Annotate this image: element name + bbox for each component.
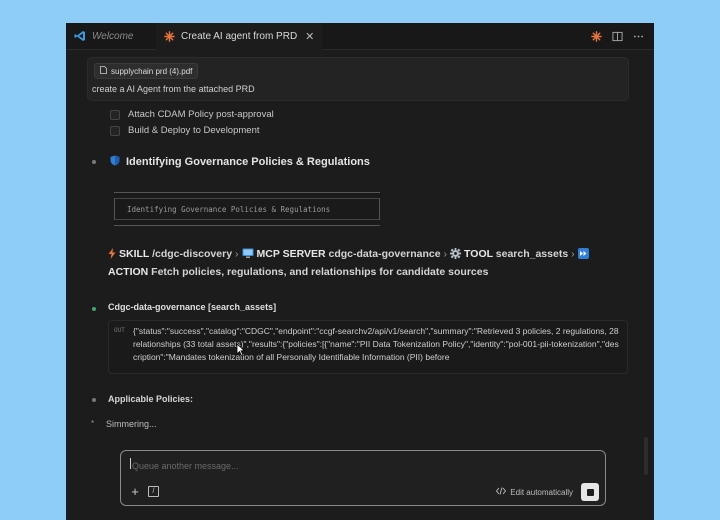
skill-keyword: SKILL — [119, 248, 150, 260]
message-input[interactable] — [132, 459, 552, 473]
checklist-label: Build & Deploy to Development — [128, 125, 260, 136]
stop-icon — [586, 488, 594, 496]
slash-command-button[interactable]: / — [148, 486, 159, 497]
tool-trace: SKILL /cdgc-discovery › MCP SERVER cdgc-d… — [108, 246, 608, 280]
edit-mode-label: Edit automatically — [510, 487, 573, 497]
trace-separator: › — [571, 248, 575, 260]
tab-bar: Welcome Create AI agent from PRD ✕ — [66, 23, 654, 50]
text-caret — [130, 458, 131, 469]
governance-title-text: Identifying Governance Policies & Regula… — [126, 156, 370, 168]
gear-icon — [450, 248, 462, 264]
mcp-keyword: MCP SERVER — [256, 248, 326, 260]
progress-asterisk-icon: * — [91, 419, 95, 428]
out-label: OUT — [114, 327, 125, 334]
lightning-icon — [108, 248, 116, 264]
action-keyword: ACTION — [108, 266, 149, 278]
mcp-value: cdgc-data-governance — [328, 248, 441, 260]
tab-create-agent-label: Create AI agent from PRD — [181, 31, 298, 42]
step-bullet — [92, 398, 96, 402]
code-icon — [496, 487, 507, 497]
attachment-name: supplychain prd (4).pdf — [111, 66, 193, 76]
stop-button[interactable] — [581, 483, 599, 501]
user-prompt-text: create a AI Agent from the attached PRD — [92, 84, 255, 94]
checklist-item[interactable]: Build & Deploy to Development — [110, 125, 260, 136]
code-block: Identifying Governance Policies & Regula… — [114, 192, 380, 226]
step-bullet — [92, 160, 96, 164]
tab-create-agent[interactable]: Create AI agent from PRD ✕ — [156, 23, 323, 50]
split-editor-icon[interactable] — [612, 31, 623, 42]
edit-mode-toggle[interactable]: Edit automatically — [496, 487, 573, 497]
attachment-chip[interactable]: supplychain prd (4).pdf — [94, 63, 199, 79]
close-tab-icon[interactable]: ✕ — [305, 30, 314, 43]
mouse-cursor-icon — [236, 343, 246, 361]
step-bullet-success — [92, 307, 96, 311]
tool-keyword: TOOL — [464, 248, 493, 260]
applicable-policies-heading: Applicable Policies: — [108, 394, 194, 404]
checkbox[interactable] — [110, 109, 120, 120]
code-text: Identifying Governance Policies & Regula… — [114, 198, 380, 220]
skill-value: /cdgc-discovery — [152, 248, 233, 260]
file-icon — [100, 66, 107, 76]
trace-separator: › — [443, 248, 448, 260]
shield-icon — [110, 155, 120, 169]
scrollbar-thumb[interactable] — [644, 437, 648, 475]
checkbox[interactable] — [110, 125, 120, 136]
status-text: Simmering... — [106, 419, 157, 429]
claude-spark-icon — [164, 31, 175, 42]
checklist-label: Attach CDAM Policy post-approval — [128, 109, 274, 120]
tool-value: search_assets — [495, 248, 569, 260]
fast-forward-icon — [577, 248, 589, 264]
editor-window: Welcome Create AI agent from PRD ✕ suppl… — [66, 23, 654, 520]
more-actions-icon[interactable] — [633, 31, 644, 42]
checklist-item[interactable]: Attach CDAM Policy post-approval — [110, 109, 274, 120]
composer: + / Edit automatically — [120, 450, 606, 506]
action-value: Fetch policies, regulations, and relatio… — [151, 266, 489, 278]
tool-call-title: Cdgc-data-governance [search_assets] — [108, 302, 277, 312]
add-context-button[interactable]: + — [129, 485, 141, 498]
vscode-logo-icon — [74, 30, 86, 42]
monitor-icon — [242, 248, 254, 264]
user-prompt-card: supplychain prd (4).pdf create a AI Agen… — [87, 57, 629, 101]
tab-welcome-label: Welcome — [92, 30, 134, 42]
tool-output-text: {"status":"success","catalog":"CDGC","en… — [133, 326, 619, 362]
tab-welcome[interactable]: Welcome — [74, 23, 134, 49]
editor-actions — [591, 23, 644, 49]
governance-section-title: Identifying Governance Policies & Regula… — [110, 155, 370, 169]
tool-output-box: OUT {"status":"success","catalog":"CDGC"… — [108, 320, 628, 374]
claude-spark-icon[interactable] — [591, 30, 602, 42]
trace-separator: › — [235, 248, 239, 260]
